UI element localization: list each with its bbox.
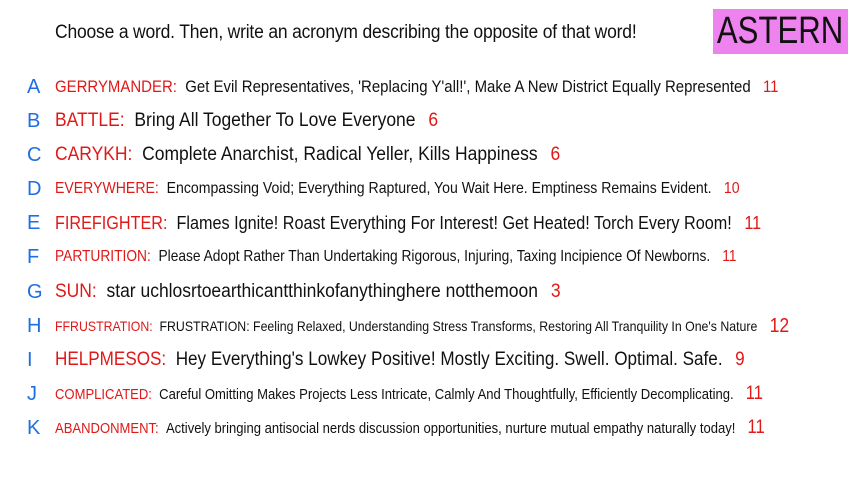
entry-score: 11	[722, 248, 737, 265]
entry-word: CARYKH:	[55, 144, 133, 165]
entry-score: 10	[723, 180, 740, 197]
prompt-text: Choose a word. Then, write an acronym de…	[55, 22, 637, 43]
entry-word: FFRUSTRATION:	[55, 318, 153, 334]
entry-word: COMPLICATED:	[55, 385, 152, 403]
entry-word: FIREFIGHTER:	[55, 212, 168, 233]
entry-score: 3	[550, 281, 561, 302]
entry-content: CARYKH: Complete Anarchist, Radical Yell…	[55, 144, 560, 166]
entry-letter: C	[27, 143, 42, 166]
entry-score: 11	[745, 383, 763, 404]
entry-acronym: Encompassing Void; Everything Raptured, …	[166, 180, 712, 197]
entry-word: HELPMESOS:	[55, 349, 167, 370]
entry-word: PARTURITION:	[55, 248, 151, 265]
entry-word: BATTLE:	[55, 110, 125, 131]
entry-letter: G	[27, 280, 43, 303]
entry-letter: K	[27, 416, 41, 439]
entry-acronym: FRUSTRATION: Feeling Relaxed, Understand…	[159, 318, 758, 334]
entry-content: EVERYWHERE: Encompassing Void; Everythin…	[55, 180, 740, 198]
entry-content: PARTURITION: Please Adopt Rather Than Un…	[55, 248, 737, 266]
entry-score: 9	[735, 349, 745, 370]
entry-letter: E	[27, 211, 41, 234]
entry-content: SUN: star uchlosrtoearthicantthinkofanyt…	[55, 281, 561, 303]
entry-acronym: Get Evil Representatives, 'Replacing Y'a…	[185, 77, 751, 96]
entry-acronym: Actively bringing antisocial nerds discu…	[165, 419, 736, 437]
entry-score: 11	[762, 77, 779, 96]
entry-content: FIREFIGHTER: Flames Ignite! Roast Everyt…	[55, 213, 761, 234]
entry-acronym: Hey Everything's Lowkey Positive! Mostly…	[175, 349, 723, 370]
entry-letter: I	[27, 348, 33, 371]
entry-word: SUN:	[55, 281, 97, 302]
entry-word: ABANDONMENT:	[55, 419, 159, 437]
entry-letter: H	[27, 314, 42, 337]
entry-letter: B	[27, 109, 41, 132]
entry-content: HELPMESOS: Hey Everything's Lowkey Posit…	[55, 349, 745, 371]
entry-acronym: Please Adopt Rather Than Undertaking Rig…	[158, 248, 711, 265]
entry-acronym: Flames Ignite! Roast Everything For Inte…	[176, 212, 732, 233]
entry-score: 6	[550, 144, 561, 165]
entry-word: GERRYMANDER:	[55, 77, 177, 96]
entry-acronym: Bring All Together To Love Everyone	[134, 110, 416, 131]
entry-acronym: Careful Omitting Makes Projects Less Int…	[159, 385, 734, 403]
title-badge: ASTERN	[713, 9, 848, 54]
entry-letter: F	[27, 245, 40, 268]
badge-label: ASTERN	[717, 10, 844, 52]
entry-word: EVERYWHERE:	[55, 180, 159, 197]
entry-letter: J	[27, 382, 37, 405]
entry-letter: D	[27, 177, 42, 200]
entry-content: COMPLICATED: Careful Omitting Makes Proj…	[55, 383, 763, 405]
entry-score: 6	[428, 110, 439, 131]
entry-content: FFRUSTRATION: FRUSTRATION: Feeling Relax…	[55, 315, 789, 338]
entry-content: GERRYMANDER: Get Evil Representatives, '…	[55, 77, 778, 97]
entry-score: 12	[769, 314, 790, 337]
entry-letter: A	[27, 75, 41, 98]
entry-score: 11	[747, 417, 765, 438]
entry-content: ABANDONMENT: Actively bringing antisocia…	[55, 417, 765, 439]
entry-acronym: Complete Anarchist, Radical Yeller, Kill…	[142, 144, 538, 165]
entry-acronym: star uchlosrtoearthicantthinkofanythingh…	[106, 281, 538, 302]
entry-content: BATTLE: Bring All Together To Love Every…	[55, 110, 438, 132]
entry-score: 11	[744, 212, 762, 233]
